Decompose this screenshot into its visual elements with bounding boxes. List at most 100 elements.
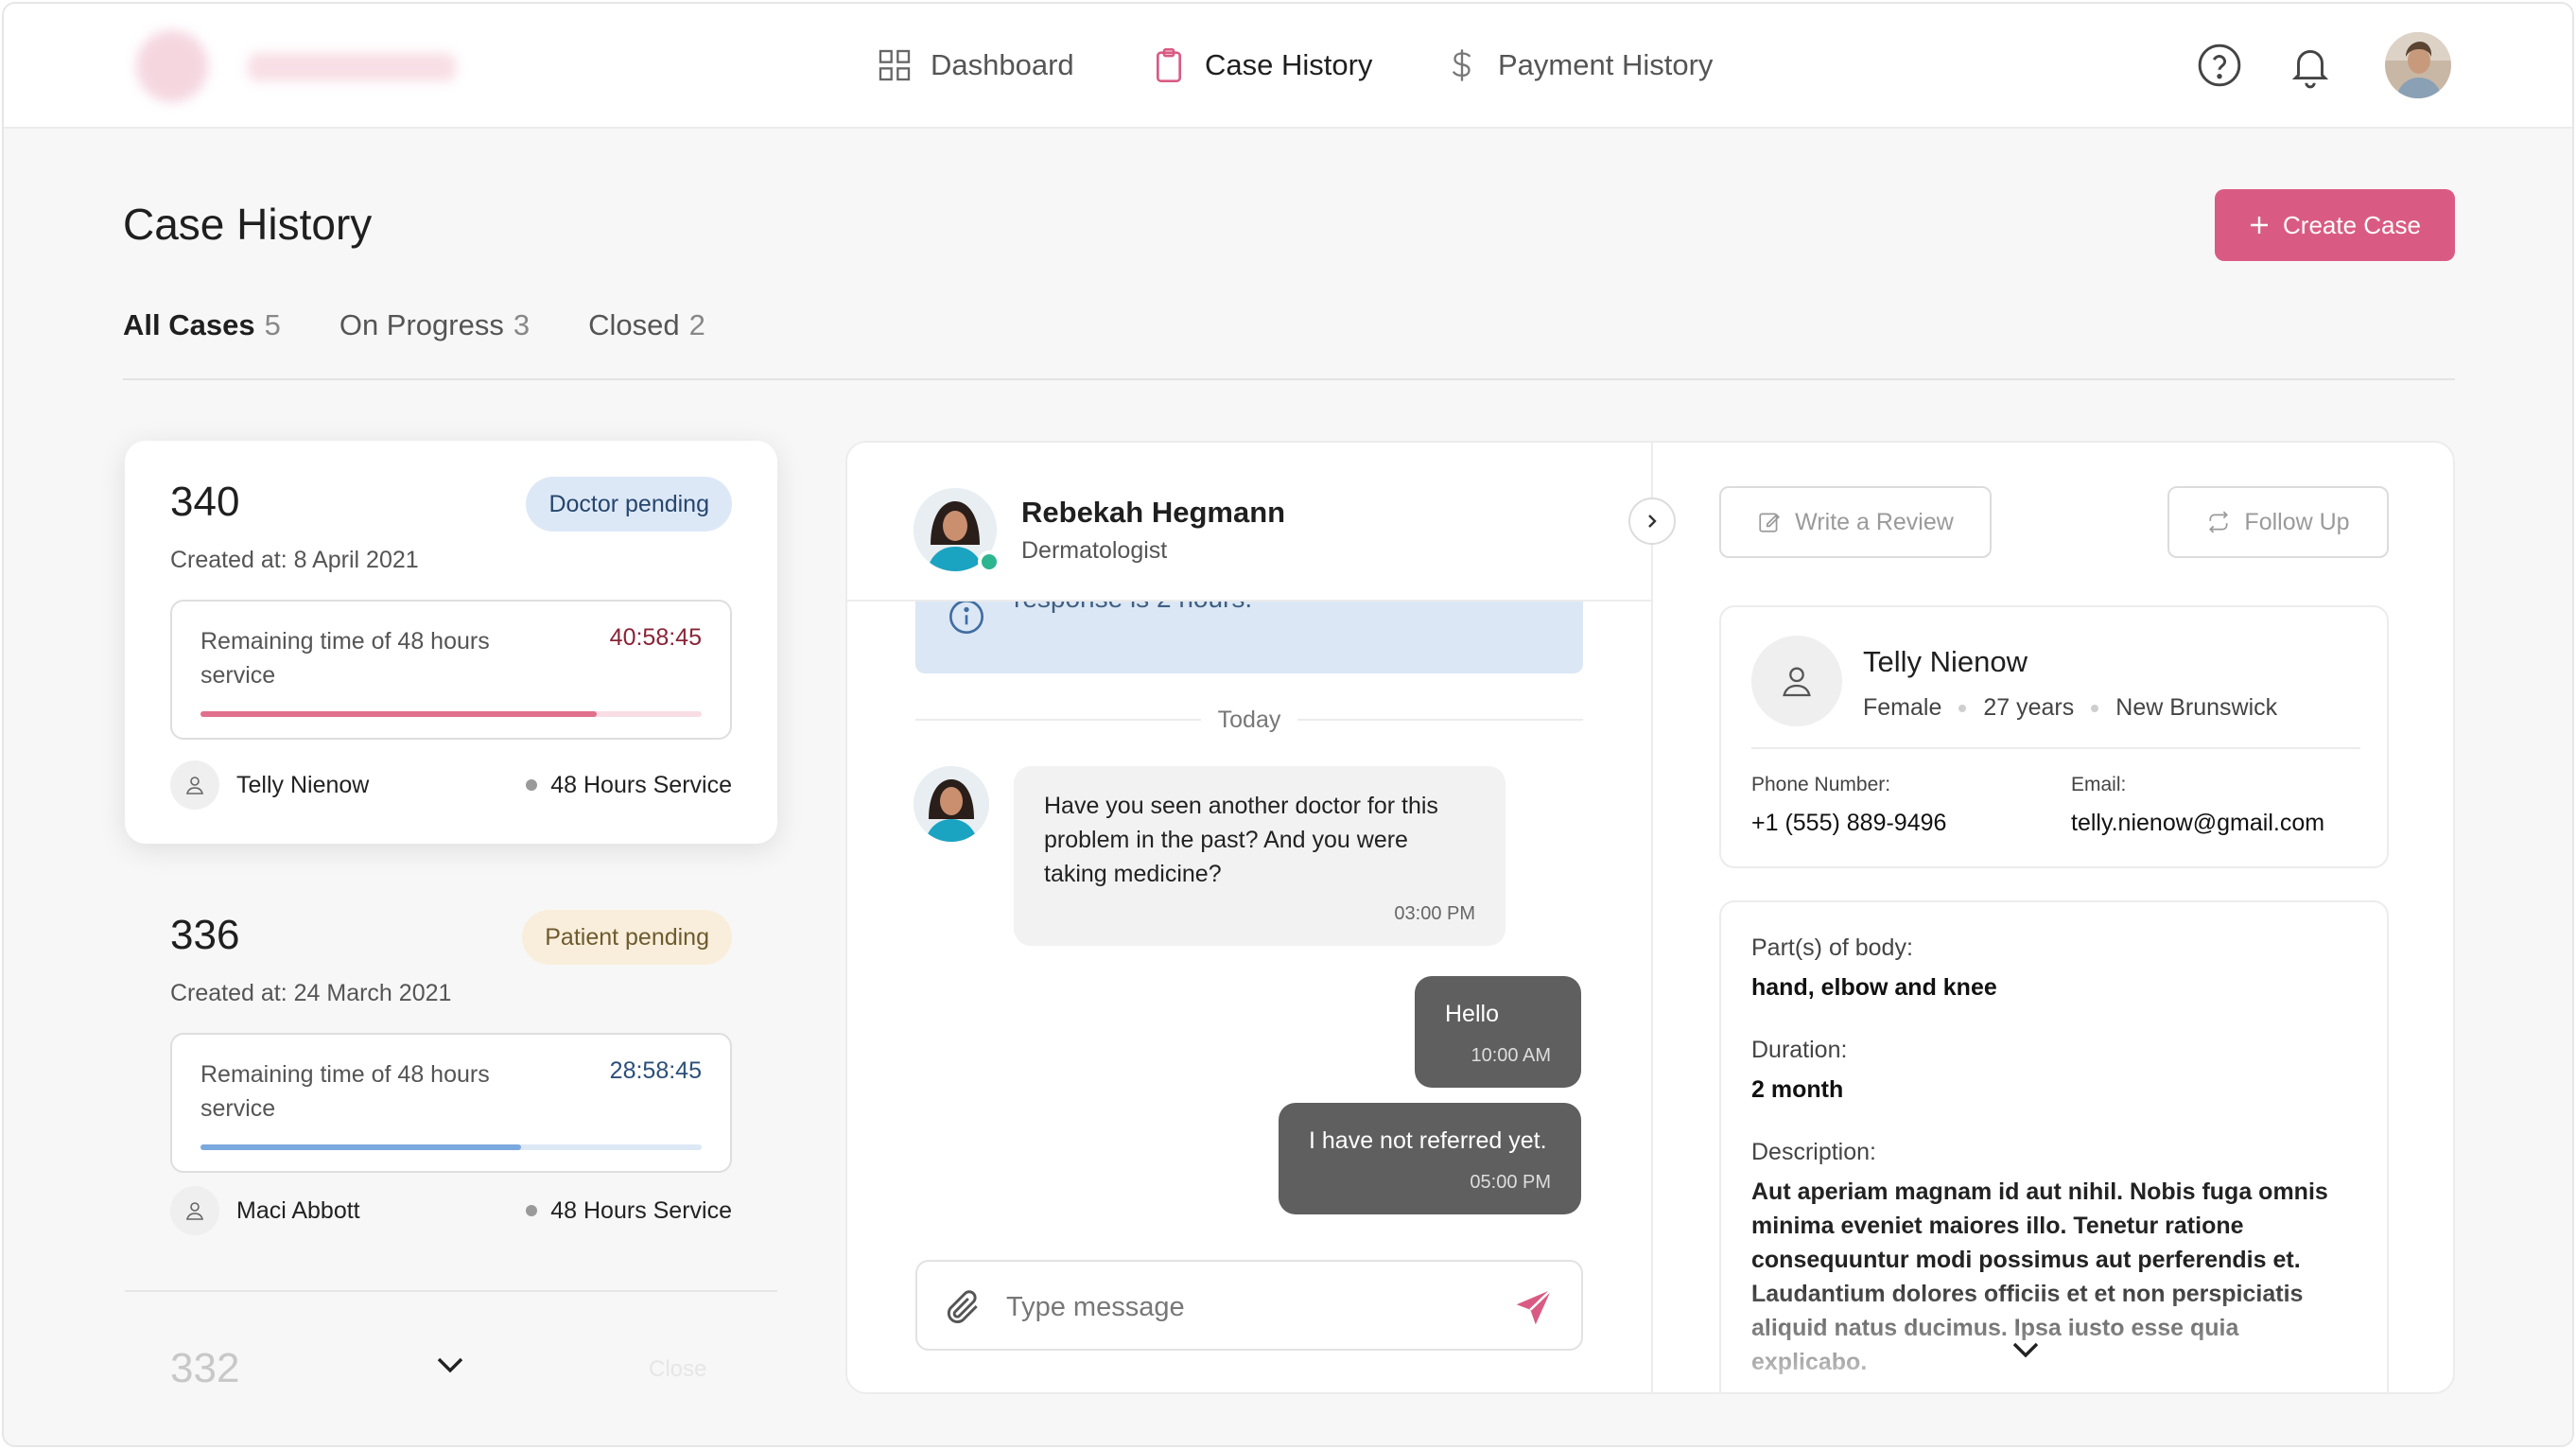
nav-label: Dashboard	[931, 48, 1074, 81]
case-created-date: Created at: 8 April 2021	[170, 547, 419, 573]
write-review-button[interactable]: Write a Review	[1719, 486, 1992, 558]
remaining-time-box: Remaining time of 48 hours service 28:58…	[170, 1033, 732, 1173]
tab-count: 2	[688, 308, 705, 341]
date-label: Today	[1217, 706, 1281, 733]
chevron-down-icon[interactable]	[2007, 1336, 2045, 1364]
case-card-340[interactable]: 340 Doctor pending Created at: 8 April 2…	[125, 441, 777, 844]
incoming-message: Have you seen another doctor for this pr…	[1014, 766, 1506, 946]
nav-label: Case History	[1205, 48, 1373, 81]
case-list-divider	[125, 1290, 777, 1292]
tab-on-progress[interactable]: On Progress 3	[339, 308, 530, 342]
service-label: 48 Hours Service	[550, 771, 732, 798]
body-part-value: hand, elbow and knee	[1751, 974, 1997, 1001]
case-number-332[interactable]: 332	[170, 1345, 239, 1392]
body-part-label: Part(s) of body:	[1751, 934, 1913, 961]
case-number: 340	[170, 479, 240, 525]
online-status-indicator	[978, 550, 1001, 573]
remaining-time-label: Remaining time of 48 hours service	[200, 1061, 490, 1122]
nav-item-payment-history[interactable]: Payment History	[1443, 4, 1713, 127]
tab-all-cases[interactable]: All Cases 5	[123, 308, 281, 342]
phone-label: Phone Number:	[1751, 774, 1891, 795]
user-avatar-image	[2385, 32, 2451, 98]
patient-card-divider	[1751, 747, 2360, 749]
status-badge: Doctor pending	[526, 477, 732, 532]
case-details-card: Part(s) of body: hand, elbow and knee Du…	[1719, 900, 2389, 1392]
page-title: Case History	[123, 200, 373, 249]
remaining-time-value: 28:58:45	[609, 1057, 702, 1084]
email-value: telly.nienow@gmail.com	[2071, 810, 2325, 836]
doctor-message-avatar	[914, 766, 989, 842]
dollar-icon	[1452, 49, 1471, 81]
duration-label: Duration:	[1751, 1037, 1848, 1063]
case-card-336[interactable]: 336 Patient pending Created at: 24 March…	[125, 874, 777, 1271]
status-badge-close: Close	[649, 1356, 707, 1382]
patient-info-card: Telly Nienow Female 27 years New Brunswi…	[1719, 605, 2389, 868]
patient-meta: Female 27 years New Brunswick	[1863, 694, 2277, 722]
case-number: 336	[170, 912, 240, 958]
bullet-icon	[526, 1205, 538, 1216]
patient-avatar	[1751, 636, 1842, 726]
remaining-time-box: Remaining time of 48 hours service 40:58…	[170, 600, 732, 740]
message-composer	[915, 1260, 1583, 1351]
patient-age: 27 years	[1983, 694, 2075, 721]
doctor-name: Rebekah Hegmann	[1021, 496, 1286, 529]
create-case-label: Create Case	[2283, 210, 2421, 239]
case-filter-tabs: All Cases 5 On Progress 3 Closed 2	[123, 308, 705, 342]
patient-gender: Female	[1863, 694, 1942, 721]
tab-label: Closed	[588, 308, 680, 341]
nav-item-dashboard[interactable]: Dashboard	[876, 4, 1074, 127]
person-icon	[1783, 667, 1811, 697]
message-text: Have you seen another doctor for this pr…	[1044, 793, 1438, 887]
email-label: Email:	[2071, 774, 2127, 795]
service-label: 48 Hours Service	[550, 1196, 732, 1224]
status-badge: Patient pending	[522, 910, 732, 965]
patient-name: Maci Abbott	[236, 1196, 360, 1224]
service-type: 48 Hours Service	[526, 1197, 732, 1225]
remaining-time-value: 40:58:45	[609, 624, 702, 651]
chevron-right-icon	[1648, 515, 1657, 528]
clipboard-icon	[1157, 48, 1181, 82]
app-window: Dashboard Case History Payment History C…	[2, 2, 2574, 1447]
date-separator: Today	[915, 704, 1583, 736]
remaining-time-progress	[200, 1144, 702, 1150]
patient-avatar	[170, 760, 219, 810]
top-navigation-bar: Dashboard Case History Payment History	[4, 4, 2572, 129]
message-input[interactable]	[1006, 1286, 1498, 1328]
description-fade	[1721, 1271, 2387, 1375]
follow-up-button[interactable]: Follow Up	[2167, 486, 2389, 558]
help-icon[interactable]	[2196, 42, 2243, 89]
message-text: I have not referred yet.	[1309, 1127, 1547, 1154]
follow-up-label: Follow Up	[2244, 508, 2350, 535]
send-icon[interactable]	[1513, 1286, 1555, 1328]
message-text: Hello	[1445, 1001, 1499, 1027]
remaining-time-label: Remaining time of 48 hours service	[200, 628, 490, 689]
plus-icon	[2251, 217, 2269, 234]
edit-icon	[1759, 513, 1781, 532]
progress-fill	[200, 711, 597, 717]
remaining-time-progress	[200, 711, 702, 717]
person-icon	[185, 1202, 204, 1220]
chevron-down-icon[interactable]	[431, 1351, 469, 1379]
doctor-specialty: Dermatologist	[1021, 537, 1168, 564]
phone-value: +1 (555) 889-9496	[1751, 810, 1947, 836]
progress-fill	[200, 1144, 522, 1150]
separator-dot	[1958, 704, 1967, 712]
user-avatar[interactable]	[2385, 32, 2451, 98]
repeat-icon	[2209, 511, 2229, 533]
paperclip-icon[interactable]	[942, 1286, 983, 1328]
tab-label: All Cases	[123, 308, 255, 341]
patient-name: Telly Nienow	[1863, 645, 2028, 678]
patient-avatar	[170, 1186, 219, 1235]
separator-dot	[2091, 704, 2099, 712]
tab-closed[interactable]: Closed 2	[588, 308, 705, 342]
panel-divider	[1651, 443, 1653, 1392]
create-case-button[interactable]: Create Case	[2215, 189, 2455, 261]
brand-logo[interactable]	[136, 30, 467, 102]
nav-item-case-history[interactable]: Case History	[1150, 4, 1372, 127]
outgoing-message: Hello 10:00 AM	[1415, 976, 1581, 1088]
bell-icon[interactable]	[2287, 42, 2334, 89]
info-icon	[949, 600, 983, 634]
case-patient-row: Maci Abbott 48 Hours Service	[170, 1186, 732, 1235]
message-time: 03:00 PM	[1394, 903, 1475, 924]
expand-panel-button[interactable]	[1628, 498, 1676, 545]
